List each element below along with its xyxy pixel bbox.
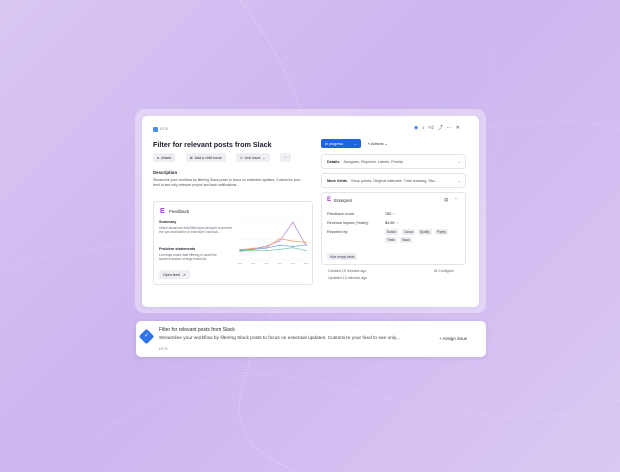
status-dropdown[interactable]: In progress ⌄ [321, 139, 361, 148]
issue-type-icon [153, 127, 158, 132]
revenue-impact-value[interactable]: $4.5K ↗ [385, 221, 399, 225]
enterpret-header: E Enterpret [327, 197, 353, 203]
link-issue-button[interactable]: ∞ Link issue ⌄ [236, 153, 270, 162]
open-feed-button[interactable]: Open feed ↗ [159, 270, 190, 279]
enterpret-logo-icon: E [327, 197, 332, 203]
link-icon: ∞ [240, 155, 243, 160]
issue-title[interactable]: Filter for relevant posts from Slack [153, 140, 272, 149]
add-child-button[interactable]: ⧉ Add a child issue [186, 153, 226, 162]
feedback-count-label: Feedback count [327, 212, 355, 216]
data-point [239, 250, 241, 252]
data-point [265, 247, 267, 249]
child-issue-icon: ⧉ [190, 155, 193, 160]
hide-empty-fields-button[interactable]: Hide empty fields [327, 253, 358, 260]
data-point [292, 245, 294, 248]
description-text[interactable]: Streamline your workflow by filtering Sl… [153, 178, 308, 188]
data-point [252, 249, 254, 251]
issue-card: LP-5 ◉ 5 👍︎ ⤴ ⋯ ✕ Filter for relevant po… [142, 116, 479, 307]
data-point [292, 240, 294, 242]
chevron-down-icon: ⌄ [384, 141, 388, 146]
x-tick [251, 263, 256, 264]
details-section[interactable]: Details Assignee, Reporter, Labels, Prio… [321, 154, 466, 169]
reported-by-label: Reported by [327, 230, 348, 234]
data-point [279, 244, 281, 246]
data-point [265, 249, 267, 252]
data-point [305, 241, 307, 243]
header-icons: ◉ 5 👍︎ ⤴ ⋯ ✕ [414, 125, 460, 131]
problem-text: Leverage smart data filtering to avoid t… [159, 252, 217, 261]
x-tick [304, 263, 308, 264]
x-tick [277, 263, 282, 264]
reporter-tag[interactable]: Pipefy [435, 229, 448, 235]
data-point [305, 249, 307, 252]
problem-heading: Problem statements [159, 247, 196, 251]
share-icon[interactable]: ⤴ [438, 125, 443, 131]
panel-toggle-icon[interactable]: ▤ [444, 197, 448, 203]
more-button[interactable]: ··· [280, 153, 291, 162]
watch-count: 5 [422, 126, 425, 130]
description-heading: Description [153, 170, 178, 175]
reporter-tag[interactable]: Trello [385, 237, 397, 243]
bar-issue-key[interactable]: LP-5 [159, 346, 167, 351]
reporter-tag[interactable]: Notion [385, 229, 399, 235]
summary-heading: Summary [159, 220, 177, 224]
bar-issue-title[interactable]: Filter for relevant posts from Slack [159, 327, 235, 333]
data-point [279, 240, 281, 242]
more-fields-section[interactable]: More fields Story points, Original estim… [321, 173, 466, 188]
data-point [279, 238, 281, 240]
enterpret-logo-icon: E [160, 208, 165, 215]
summary-text: Utilize advanced data filtering techniqu… [159, 225, 233, 234]
issue-key[interactable]: LP-5 [160, 127, 168, 131]
reporter-tag[interactable]: Canva [402, 229, 416, 235]
close-icon[interactable]: ✕ [456, 125, 460, 131]
data-point [292, 247, 294, 249]
assign-issue-button[interactable]: + Assign issue [439, 336, 467, 341]
data-point [265, 245, 267, 247]
chevron-down-icon: ⌄ [262, 155, 266, 160]
bar-issue-description: Streamline your workflow by filtering Sl… [159, 335, 400, 341]
reporter-tag[interactable]: Slack [400, 237, 412, 243]
feedback-trend-chart [238, 218, 308, 264]
series-line-0 [239, 221, 307, 250]
feedback-count-value[interactable]: 782 ↗ [385, 212, 395, 216]
revenue-impact-label: Revenue impact (Yearly) [327, 221, 369, 225]
feedback-panel: E Feedback Summary Utilize advanced data… [153, 201, 313, 285]
eye-icon[interactable]: ◉ [414, 125, 418, 131]
check-icon: ✓ [144, 333, 150, 339]
x-tick [290, 263, 295, 264]
chevron-up-icon[interactable]: ⌃ [454, 197, 458, 203]
actions-dropdown[interactable]: ϟ Actions ⌄ [368, 141, 388, 146]
configure-button[interactable]: ⚙ Configure [434, 269, 454, 273]
gear-icon: ⚙ [434, 269, 438, 273]
x-tick [264, 263, 269, 264]
external-link-icon: ↗ [396, 221, 399, 225]
chevron-down-icon: ⌄ [457, 178, 461, 183]
thumbs-up-icon[interactable]: 👍︎ [428, 125, 433, 131]
data-point [305, 244, 307, 246]
enterpret-section: E Enterpret ▤ ⌃ Feedback count 782 ↗ Rev… [321, 192, 466, 265]
issue-preview-bar[interactable]: ✓ Filter for relevant posts from Slack S… [136, 321, 486, 357]
data-point [279, 248, 281, 250]
data-point [292, 221, 294, 223]
attach-button[interactable]: ⌀ Attach [153, 153, 176, 162]
paperclip-icon: ⌀ [157, 155, 160, 160]
feedback-title: Feedback [169, 208, 190, 214]
data-point [252, 247, 254, 249]
created-time: Created 15 minutes ago [328, 269, 367, 273]
external-link-icon: ↗ [392, 212, 395, 216]
external-link-icon: ↗ [182, 272, 186, 277]
lightning-icon: ϟ [368, 141, 371, 146]
reporter-tag[interactable]: Spotify [418, 229, 432, 235]
more-icon[interactable]: ⋯ [447, 125, 452, 131]
chevron-down-icon: ⌄ [353, 141, 357, 146]
x-tick [238, 263, 242, 264]
chevron-down-icon: ⌄ [457, 159, 461, 164]
updated-time: Updated 13 minutes ago [328, 276, 368, 280]
